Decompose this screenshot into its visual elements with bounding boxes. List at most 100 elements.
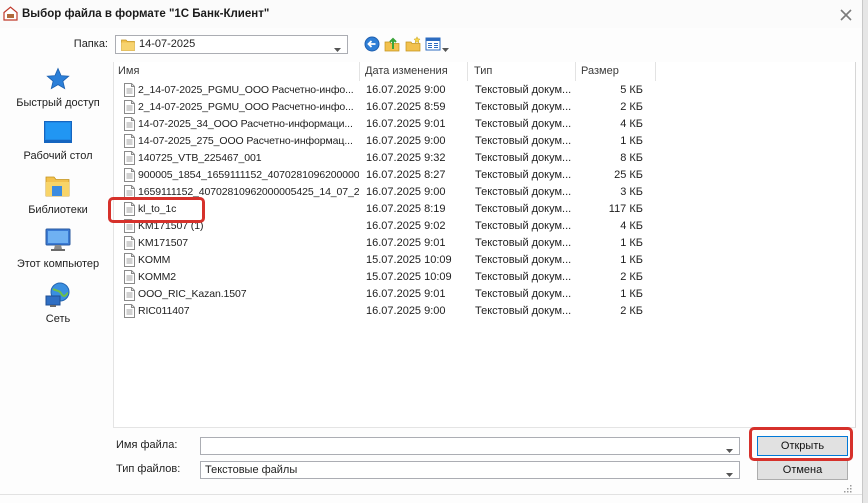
resize-grip-icon[interactable] <box>842 483 852 493</box>
file-size: 1 КБ <box>620 254 643 266</box>
text-file-icon <box>124 202 135 216</box>
file-date: 15.07.2025 10:09 <box>366 254 452 266</box>
file-row[interactable]: KM171507 16.07.2025 9:01 Текстовый докум..… <box>114 235 855 252</box>
file-date: 16.07.2025 9:01 <box>366 118 446 130</box>
file-name: 140725_VTB_225467_001 <box>138 152 262 164</box>
file-size: 117 КБ <box>608 203 643 215</box>
text-file-icon <box>124 134 135 148</box>
view-menu-chevron-icon[interactable] <box>442 43 449 52</box>
folder-label: Папка: <box>73 38 108 50</box>
file-row[interactable]: 140725_VTB_225467_001 16.07.2025 9:32 Текс… <box>114 150 855 167</box>
column-divider[interactable] <box>359 62 360 81</box>
place-label: Рабочий стол <box>23 150 93 162</box>
chevron-down-icon[interactable] <box>726 468 733 480</box>
desktop-icon <box>13 117 103 147</box>
place-libraries[interactable]: Библиотеки <box>13 171 103 221</box>
file-type: Текстовый докум... <box>475 305 572 317</box>
file-size: 1 КБ <box>620 237 643 249</box>
file-date: 15.07.2025 10:09 <box>366 271 452 283</box>
folder-combo[interactable]: 14-07-2025 <box>115 35 348 54</box>
file-type: Текстовый докум... <box>475 254 572 266</box>
column-header-name[interactable]: Имя <box>118 62 358 81</box>
filename-label: Имя файла: <box>116 439 178 451</box>
file-type: Текстовый докум... <box>475 288 572 300</box>
filename-combo[interactable] <box>200 437 740 455</box>
file-row[interactable]: RIC011407 16.07.2025 9:00 Текстовый докум.… <box>114 303 855 320</box>
file-type: Текстовый докум... <box>475 186 572 198</box>
column-header-size[interactable]: Размер <box>581 62 651 81</box>
file-name: KOMM <box>138 254 171 266</box>
view-menu-icon[interactable] <box>425 36 441 52</box>
filetype-label: Тип файлов: <box>116 463 181 475</box>
file-row[interactable]: 2_14-07-2025_PGMU_ООО Расчетно-инфо... 16… <box>114 82 855 99</box>
new-folder-icon[interactable] <box>405 36 421 52</box>
place-label: Этот компьютер <box>16 258 100 270</box>
column-header-date[interactable]: Дата изменения <box>365 62 465 81</box>
file-date: 16.07.2025 9:01 <box>366 288 446 300</box>
up-folder-icon[interactable] <box>384 36 400 52</box>
file-type: Текстовый докум... <box>475 152 572 164</box>
column-header-type[interactable]: Тип <box>474 62 574 81</box>
file-size: 2 КБ <box>620 271 643 283</box>
file-row[interactable]: 2_14-07-2025_PGMU_ООО Расчетно-инфо... 16… <box>114 99 855 116</box>
place-network[interactable]: Сеть <box>13 280 103 330</box>
file-type: Текстовый докум... <box>475 220 572 232</box>
file-row[interactable]: kl_to_1c 16.07.2025 8:19 Текстовый докум..… <box>114 201 855 218</box>
file-name: KOMM2 <box>138 271 177 283</box>
folder-combo-value: 14-07-2025 <box>139 38 196 50</box>
file-row[interactable]: KOMM 15.07.2025 10:09 Текстовый докум... 1 … <box>114 252 855 269</box>
file-row[interactable]: 14-07-2025_275_ООО Расчетно-информац... 1… <box>114 133 855 150</box>
text-file-icon <box>124 185 135 199</box>
file-name: OOO_RIC_Kazan.1507 <box>138 288 247 300</box>
file-date: 16.07.2025 9:32 <box>366 152 446 164</box>
place-label: Библиотеки <box>28 204 88 216</box>
file-row[interactable]: KOMM2 15.07.2025 10:09 Текстовый докум... 2… <box>114 269 855 286</box>
place-label: Сеть <box>45 313 71 325</box>
close-icon[interactable] <box>839 8 853 22</box>
file-date: 16.07.2025 9:02 <box>366 220 446 232</box>
back-icon[interactable] <box>364 36 380 52</box>
file-size: 2 КБ <box>620 101 643 113</box>
text-file-icon <box>124 219 135 233</box>
star-icon <box>13 64 103 94</box>
file-size: 2 КБ <box>620 305 643 317</box>
file-date: 16.07.2025 9:00 <box>366 84 446 96</box>
text-file-icon <box>124 253 135 267</box>
filetype-select[interactable]: Текстовые файлы <box>200 461 740 479</box>
file-row[interactable]: 900005_1854_1659111152_40702810962000000… <box>114 167 855 184</box>
file-date: 16.07.2025 9:00 <box>366 305 446 317</box>
file-size: 3 КБ <box>620 186 643 198</box>
file-name: RIC011407 <box>138 305 190 317</box>
file-size: 1 КБ <box>620 135 643 147</box>
chevron-down-icon[interactable] <box>726 444 733 456</box>
text-file-icon <box>124 83 135 97</box>
place-this-pc[interactable]: Этот компьютер <box>13 225 103 275</box>
column-divider[interactable] <box>575 62 576 81</box>
text-file-icon <box>124 168 135 182</box>
file-date: 16.07.2025 9:00 <box>366 186 446 198</box>
file-size: 4 КБ <box>620 118 643 130</box>
file-row[interactable]: 1659111152_40702810962000005425_14_07_2.… <box>114 184 855 201</box>
file-list[interactable]: Имя Дата изменения Тип Размер 2_14-07-20… <box>113 62 856 428</box>
filename-input[interactable] <box>201 438 721 454</box>
file-row[interactable]: 14-07-2025_34_ООО Расчетно-информаци... 1… <box>114 116 855 133</box>
text-file-icon <box>124 304 135 318</box>
file-size: 5 КБ <box>620 84 643 96</box>
place-desktop[interactable]: Рабочий стол <box>13 117 103 167</box>
column-divider[interactable] <box>467 62 468 81</box>
place-quick-access[interactable]: Быстрый доступ <box>13 64 103 114</box>
window-title: Выбор файла в формате "1С Банк-Клиент" <box>22 8 270 20</box>
text-file-icon <box>124 236 135 250</box>
file-type: Текстовый докум... <box>475 203 572 215</box>
file-row[interactable]: KM171507 (1) 16.07.2025 9:02 Текстовый док… <box>114 218 855 235</box>
text-file-icon <box>124 270 135 284</box>
text-file-icon <box>124 100 135 114</box>
cancel-button[interactable]: Отмена <box>757 460 848 480</box>
chevron-down-icon[interactable] <box>334 43 341 55</box>
libraries-icon <box>13 171 103 201</box>
file-name: 14-07-2025_34_ООО Расчетно-информаци... <box>138 118 353 130</box>
file-row[interactable]: OOO_RIC_Kazan.1507 16.07.2025 9:01 Текстов… <box>114 286 855 303</box>
open-button[interactable]: Открыть <box>757 436 848 456</box>
column-divider[interactable] <box>655 62 656 81</box>
window-frame-edge <box>862 0 868 503</box>
